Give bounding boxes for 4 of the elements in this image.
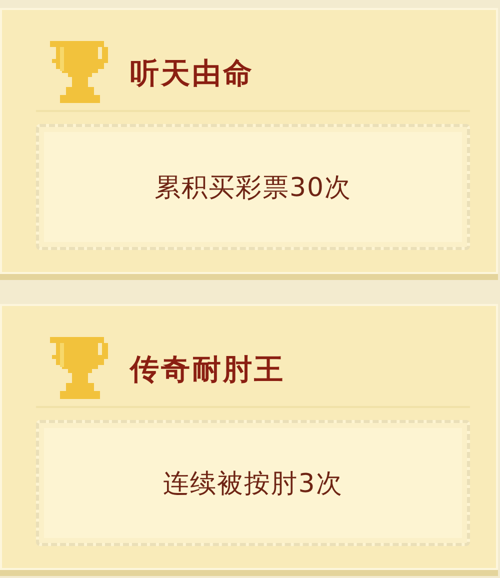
- achievement-requirement: 连续被按肘3次: [163, 468, 343, 500]
- achievement-title: 听天由命: [130, 55, 254, 92]
- achievement-requirement: 累积买彩票30次: [154, 172, 352, 204]
- achievement-title: 传奇耐肘王: [130, 351, 285, 388]
